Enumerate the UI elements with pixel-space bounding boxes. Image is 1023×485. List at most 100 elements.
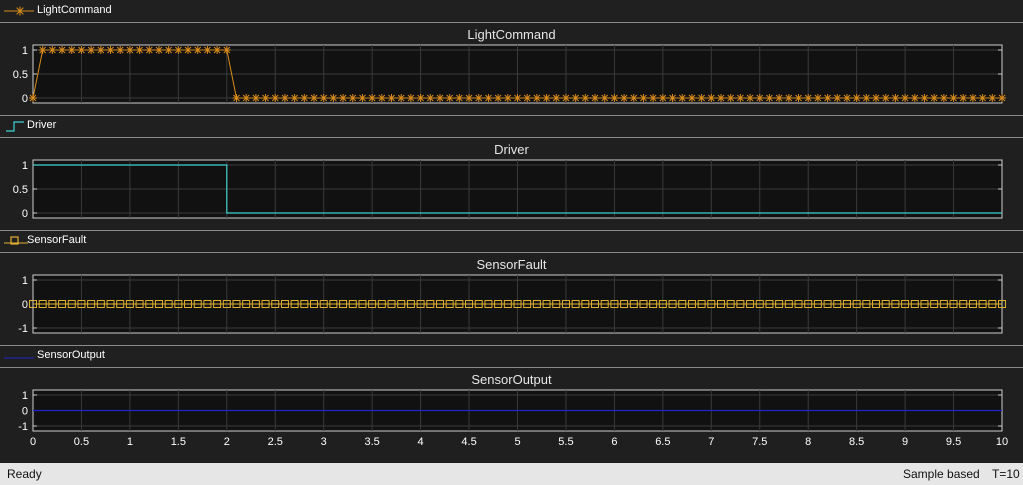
data-point-marker (435, 94, 444, 102)
x-tick-label: 10 (996, 436, 1008, 448)
legend-label: SensorOutput (37, 349, 105, 361)
data-point-marker (87, 46, 96, 54)
data-point-marker (116, 46, 125, 54)
data-point-marker (523, 94, 532, 102)
data-point-marker (823, 94, 832, 102)
data-point-marker (174, 46, 183, 54)
y-tick-label: 0.5 (13, 69, 28, 81)
data-point-marker (222, 46, 231, 54)
data-point-marker (280, 94, 289, 102)
data-point-marker (658, 94, 667, 102)
plot-title: SensorOutput (471, 372, 552, 387)
x-tick-label: 1 (127, 436, 133, 448)
data-point-marker (833, 94, 842, 102)
data-point-marker (358, 94, 367, 102)
data-point-marker (203, 46, 212, 54)
data-point-marker (261, 94, 270, 102)
data-point-marker (968, 94, 977, 102)
data-point-marker (397, 94, 406, 102)
data-point-marker (755, 94, 764, 102)
panel-separator (0, 345, 1023, 346)
data-point-marker (707, 94, 716, 102)
data-point-marker (881, 94, 890, 102)
y-tick-label: -1 (18, 421, 28, 433)
data-point-marker (697, 94, 706, 102)
data-point-marker (300, 94, 309, 102)
legend-separator (0, 137, 1023, 138)
data-point-marker (184, 46, 193, 54)
data-point-marker (552, 94, 561, 102)
panel-separator (0, 230, 1023, 231)
x-tick-label: 6 (611, 436, 617, 448)
legend-label: Driver (27, 119, 57, 131)
y-tick-label: 1 (22, 390, 28, 402)
data-point-marker (125, 46, 134, 54)
y-tick-label: 0 (22, 93, 28, 105)
x-tick-label: 2 (224, 436, 230, 448)
data-point-marker (48, 46, 57, 54)
x-tick-label: 9.5 (946, 436, 961, 448)
data-point-marker (67, 46, 76, 54)
x-tick-label: 3 (321, 436, 327, 448)
data-point-marker (77, 46, 86, 54)
data-point-marker (416, 94, 425, 102)
plot-title: LightCommand (467, 27, 556, 42)
data-point-marker (746, 94, 755, 102)
data-point-marker (610, 94, 619, 102)
x-tick-label: 8.5 (849, 436, 864, 448)
data-point-marker (639, 94, 648, 102)
data-point-marker (96, 46, 105, 54)
data-point-marker (532, 94, 541, 102)
legend-bar-driver (0, 115, 1023, 137)
data-point-marker (668, 94, 677, 102)
legend-separator (0, 22, 1023, 23)
data-point-marker (319, 94, 328, 102)
data-point-marker (406, 94, 415, 102)
legend-label: LightCommand (37, 4, 112, 16)
data-point-marker (465, 94, 474, 102)
data-point-marker (736, 94, 745, 102)
data-point-marker (649, 94, 658, 102)
data-point-marker (891, 94, 900, 102)
legend-bar-sensorfault (0, 230, 1023, 252)
y-tick-label: 0 (22, 406, 28, 418)
y-tick-label: 0 (22, 299, 28, 311)
panel-separator (0, 115, 1023, 116)
data-point-marker (998, 94, 1006, 102)
legend-label: SensorFault (27, 234, 87, 246)
y-tick-label: -1 (18, 323, 28, 335)
status-mode: Sample based (903, 467, 980, 481)
data-point-marker (978, 94, 987, 102)
data-point-marker (484, 94, 493, 102)
x-tick-label: 6.5 (655, 436, 670, 448)
data-point-marker (193, 46, 202, 54)
data-point-marker (910, 94, 919, 102)
data-point-marker (251, 94, 260, 102)
plot-title: Driver (494, 142, 529, 157)
data-point-marker (455, 94, 464, 102)
data-point-marker (804, 94, 813, 102)
x-tick-label: 2.5 (268, 436, 283, 448)
data-point-marker (949, 94, 958, 102)
data-point-marker (842, 94, 851, 102)
legend-bar-sensoroutput (0, 345, 1023, 367)
data-point-marker (38, 46, 47, 54)
data-point-marker (920, 94, 929, 102)
data-point-marker (58, 46, 67, 54)
data-point-marker (852, 94, 861, 102)
data-point-marker (930, 94, 939, 102)
scope-window: 0 0.5 1 0 0.5 1 -1 0 1 -1 0 1 0 0.5 1 1.5 2 2.5 3 3.5 4 4.5 5 5… (0, 0, 1023, 485)
data-point-marker (154, 46, 163, 54)
data-point-marker (494, 94, 503, 102)
data-point-marker (600, 94, 609, 102)
legend-swatch-icon (4, 6, 34, 16)
y-tick-label: 1 (22, 45, 28, 57)
plot-title: SensorFault (476, 257, 547, 272)
x-tick-label: 3.5 (365, 436, 380, 448)
x-tick-label: 0.5 (74, 436, 89, 448)
data-point-marker (591, 94, 600, 102)
data-point-marker (872, 94, 881, 102)
data-point-marker (242, 94, 251, 102)
data-point-marker (561, 94, 570, 102)
data-point-marker (988, 94, 997, 102)
